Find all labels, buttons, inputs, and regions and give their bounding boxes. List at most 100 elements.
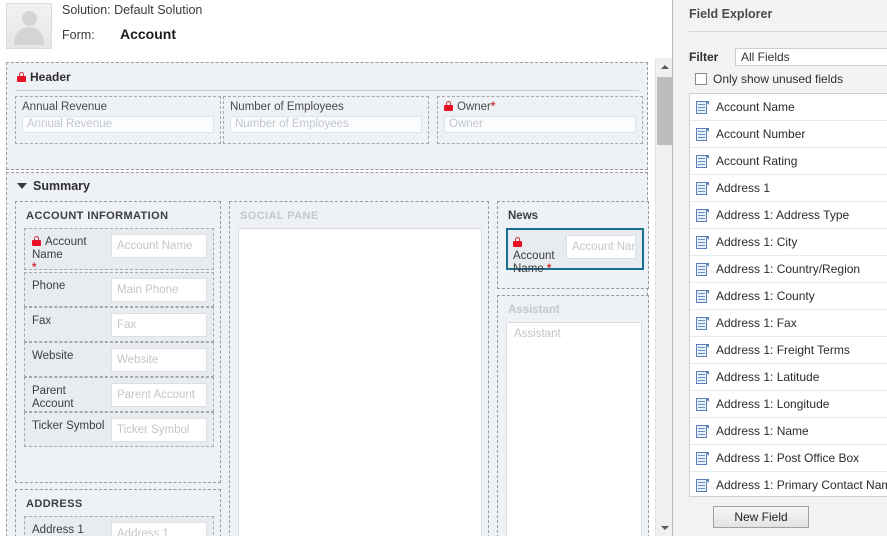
form-identity-bar: Solution: Default Solution Form: Account <box>0 0 672 58</box>
list-item-label: Account Number <box>716 127 806 141</box>
field-explorer-title: Field Explorer <box>689 7 773 21</box>
list-item[interactable]: Address 1: Primary Contact Name <box>690 472 887 496</box>
list-item[interactable]: Account Name <box>690 94 887 121</box>
assistant-control[interactable]: Assistant <box>506 322 642 536</box>
header-field-number-of-employees[interactable]: Number of Employees Number of Employees <box>223 96 429 144</box>
field-fax[interactable]: Fax Fax <box>24 307 214 342</box>
field-document-icon <box>696 262 709 276</box>
form-canvas[interactable]: Header Annual Revenue Annual Revenue Num… <box>0 58 672 536</box>
header-section[interactable]: Header Annual Revenue Annual Revenue Num… <box>6 62 648 170</box>
field-website[interactable]: Website Website <box>24 342 214 377</box>
field-input[interactable]: Main Phone <box>111 278 207 302</box>
field-parent-account[interactable]: Parent Account Parent Account <box>24 377 214 412</box>
new-field-button[interactable]: New Field <box>713 506 809 528</box>
field-input[interactable]: Parent Account <box>111 383 207 407</box>
field-input[interactable]: Account Name <box>566 235 636 259</box>
assistant-placeholder: Assistant <box>514 328 561 340</box>
list-item-label: Address 1: Address Type <box>716 208 850 222</box>
field-label: Fax <box>32 315 52 327</box>
list-item[interactable]: Address 1: Country/Region <box>690 256 887 283</box>
social-pane-control[interactable] <box>238 228 482 536</box>
list-item[interactable]: Address 1: Address Type <box>690 202 887 229</box>
field-label: Annual Revenue <box>22 101 108 113</box>
list-item[interactable]: Account Number <box>690 121 887 148</box>
header-section-title: Header <box>17 70 71 84</box>
section-social-pane[interactable]: SOCIAL PANE <box>229 201 489 536</box>
list-item[interactable]: Address 1: Longitude <box>690 391 887 418</box>
scrollbar-thumb[interactable] <box>657 77 672 145</box>
list-item[interactable]: Address 1: Latitude <box>690 364 887 391</box>
section-assistant[interactable]: Assistant Assistant <box>497 295 649 536</box>
list-item-label: Address 1: Longitude <box>716 397 830 411</box>
field-document-icon <box>696 235 709 249</box>
list-item[interactable]: Address 1: Fax <box>690 310 887 337</box>
required-asterisk: * <box>490 101 496 113</box>
list-item[interactable]: Account Rating <box>690 148 887 175</box>
required-asterisk: * <box>546 263 552 275</box>
field-document-icon <box>696 154 709 168</box>
list-item[interactable]: Address 1: Post Office Box <box>690 445 887 472</box>
field-input[interactable]: Owner <box>444 116 636 133</box>
field-label: Website <box>32 350 74 362</box>
field-input[interactable]: Website <box>111 348 207 372</box>
only-unused-fields-checkbox[interactable] <box>695 73 707 85</box>
header-field-annual-revenue[interactable]: Annual Revenue Annual Revenue <box>15 96 221 144</box>
form-label: Form: <box>62 28 95 42</box>
collapse-triangle-icon[interactable] <box>17 183 27 189</box>
list-item-label: Address 1: Freight Terms <box>716 343 850 357</box>
field-input[interactable]: Number of Employees <box>230 116 422 133</box>
list-item-label: Address 1: Country/Region <box>716 262 861 276</box>
scroll-up-arrow-icon[interactable] <box>656 58 673 75</box>
list-item[interactable]: Address 1: County <box>690 283 887 310</box>
summary-section-title: Summary <box>17 179 90 193</box>
section-title: ADDRESS <box>26 498 83 510</box>
list-item-label: Account Name <box>716 100 795 114</box>
field-ticker-symbol[interactable]: Ticker Symbol Ticker Symbol <box>24 412 214 447</box>
section-title: SOCIAL PANE <box>240 210 319 222</box>
list-item-label: Address 1: Primary Contact Name <box>716 478 887 492</box>
field-document-icon <box>696 289 709 303</box>
field-input[interactable]: Fax <box>111 313 207 337</box>
list-item[interactable]: Address 1 <box>690 175 887 202</box>
field-input[interactable]: Annual Revenue <box>22 116 214 133</box>
section-news[interactable]: News Account Name * Account Name <box>497 201 649 289</box>
list-item[interactable]: Address 1: Name <box>690 418 887 445</box>
field-document-icon <box>696 100 709 114</box>
list-item-label: Address 1: Fax <box>716 316 797 330</box>
filter-dropdown[interactable]: All Fields <box>735 48 887 66</box>
section-title: News <box>508 210 539 222</box>
field-input[interactable]: Account Name <box>111 234 207 258</box>
list-item-label: Address 1: Name <box>716 424 809 438</box>
field-input[interactable]: Address 1 <box>111 522 207 536</box>
list-item-label: Address 1 <box>716 181 771 195</box>
field-address-1[interactable]: Address 1 Address 1 <box>24 516 214 536</box>
field-input[interactable]: Ticker Symbol <box>111 418 207 442</box>
header-field-owner[interactable]: Owner* Owner <box>437 96 643 144</box>
section-address[interactable]: ADDRESS Address 1 Address 1 <box>15 489 221 536</box>
field-list[interactable]: Account Name Account Number Account Rating… <box>689 93 887 497</box>
section-account-information[interactable]: ACCOUNT INFORMATION Account Name * Accoun… <box>15 201 221 483</box>
lock-icon <box>17 72 26 82</box>
user-avatar-icon <box>6 3 52 49</box>
list-item[interactable]: Address 1: City <box>690 229 887 256</box>
field-document-icon <box>696 451 709 465</box>
field-news-account-name[interactable]: Account Name * Account Name <box>506 228 644 275</box>
field-label: Parent Account <box>32 385 74 410</box>
field-phone[interactable]: Phone Main Phone <box>24 272 214 307</box>
field-account-name[interactable]: Account Name * Account Name <box>24 228 214 274</box>
form-editor-window: Solution: Default Solution Form: Account… <box>0 0 887 536</box>
lock-icon <box>32 236 41 246</box>
field-document-icon <box>696 370 709 384</box>
field-document-icon <box>696 424 709 438</box>
section-title: Assistant <box>508 304 560 316</box>
field-label: Ticker Symbol <box>32 420 105 432</box>
designer-vertical-scrollbar[interactable] <box>655 58 673 536</box>
field-label: Account Name * <box>32 236 87 274</box>
scroll-down-arrow-icon[interactable] <box>656 519 673 536</box>
field-document-icon <box>696 478 709 492</box>
only-unused-fields-row[interactable]: Only show unused fields <box>695 71 887 87</box>
summary-section[interactable]: Summary ACCOUNT INFORMATION Account Name… <box>6 172 649 536</box>
list-item[interactable]: Address 1: Freight Terms <box>690 337 887 364</box>
only-unused-fields-label: Only show unused fields <box>713 72 844 86</box>
list-item-label: Address 1: Latitude <box>716 370 820 384</box>
